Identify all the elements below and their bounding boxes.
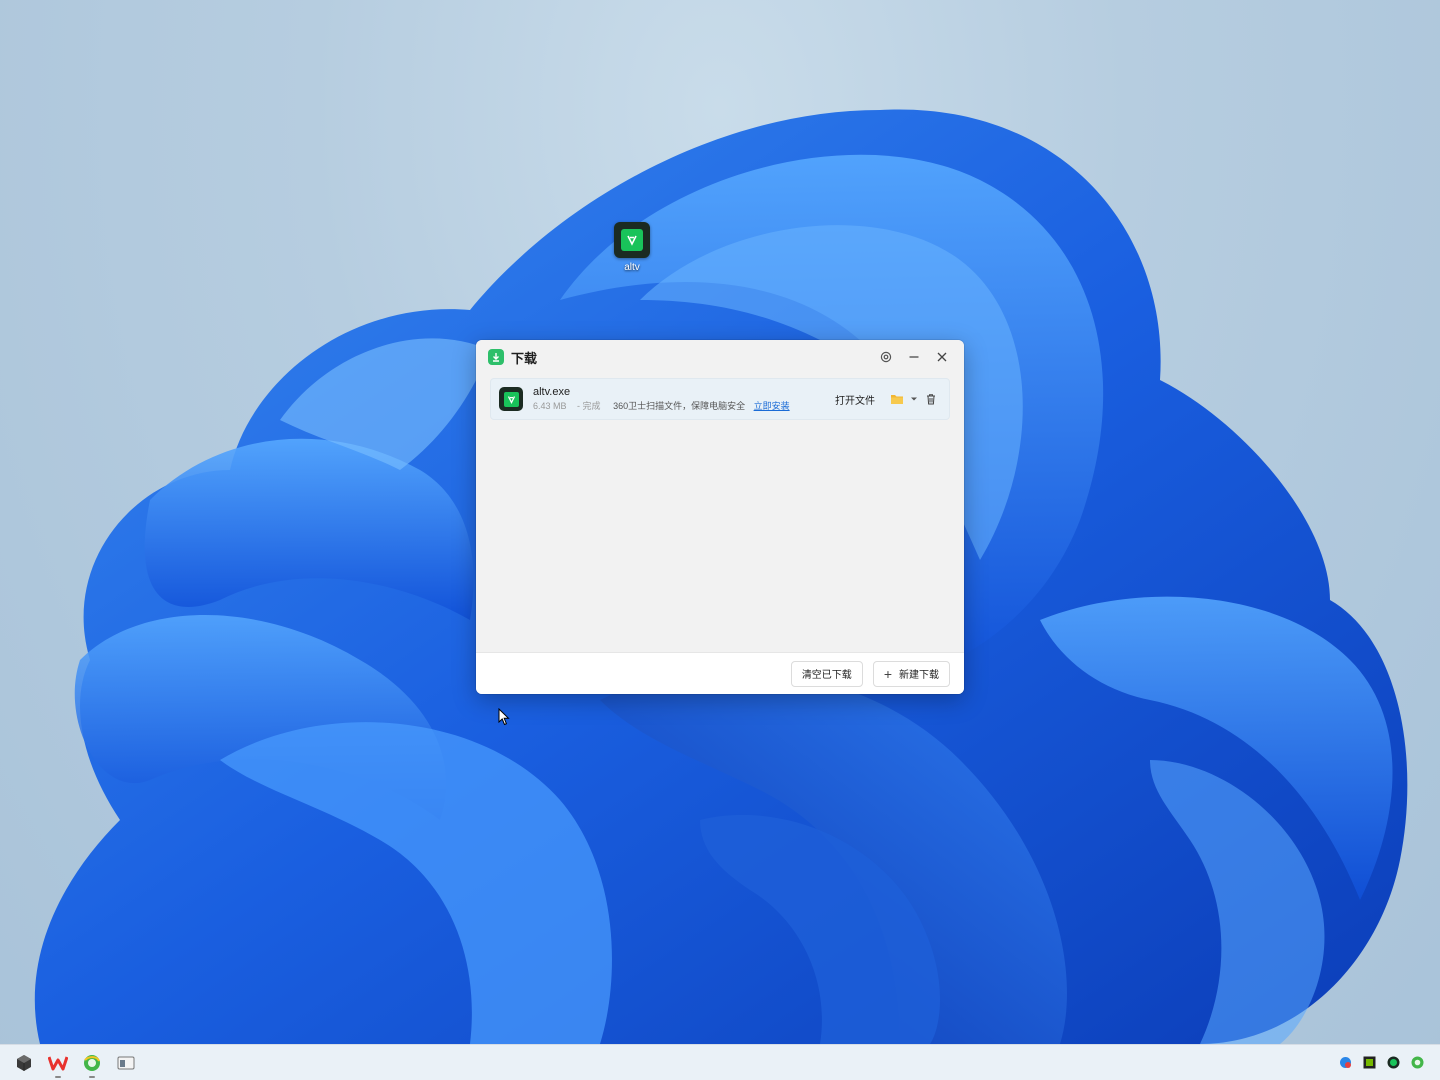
download-status: - 完成 — [577, 401, 601, 411]
download-meta: 6.43 MB - 完成 360卫士扫描文件，保障电脑安全 立即安装 — [533, 399, 835, 413]
taskbar-app-window[interactable] — [110, 1047, 142, 1079]
clear-downloaded-label: 清空已下载 — [801, 670, 852, 681]
window-footer: 清空已下载 + 新建下载 — [476, 652, 964, 694]
gear-icon — [880, 351, 892, 363]
download-list: altv.exe 6.43 MB - 完成 360卫士扫描文件，保障电脑安全 立… — [476, 374, 964, 652]
altv-file-icon — [499, 387, 523, 411]
taskbar-app-wps[interactable] — [42, 1047, 74, 1079]
tray-nvidia-icon[interactable] — [1362, 1056, 1376, 1070]
running-indicator — [89, 1075, 95, 1078]
desktop-icon-altv[interactable]: altv — [604, 222, 660, 273]
new-download-label: 新建下载 — [899, 670, 939, 681]
download-filename: altv.exe — [533, 386, 571, 398]
close-button[interactable] — [928, 343, 956, 371]
system-tray — [1338, 1056, 1432, 1070]
open-file-button[interactable]: 打开文件 — [835, 392, 875, 407]
download-item[interactable]: altv.exe 6.43 MB - 完成 360卫士扫描文件，保障电脑安全 立… — [490, 378, 950, 420]
open-folder-button[interactable] — [887, 389, 907, 409]
window-icon — [117, 1056, 135, 1069]
download-item-info: altv.exe 6.43 MB - 完成 360卫士扫描文件，保障电脑安全 立… — [533, 385, 835, 413]
tray-altv-icon[interactable] — [1386, 1056, 1400, 1070]
chevron-down-icon — [911, 397, 917, 401]
window-titlebar[interactable]: 下载 — [476, 340, 964, 374]
wps-icon — [48, 1056, 68, 1070]
window-title: 下载 — [511, 350, 538, 366]
tray-browser-icon[interactable] — [1410, 1056, 1424, 1070]
mouse-cursor — [498, 707, 510, 730]
settings-button[interactable] — [872, 343, 900, 371]
new-download-button[interactable]: + 新建下载 — [872, 660, 950, 687]
taskbar — [0, 1044, 1440, 1080]
running-indicator — [55, 1075, 61, 1078]
desktop-icon-label: altv — [624, 262, 640, 273]
minimize-icon — [909, 356, 919, 358]
tray-security-icon[interactable] — [1338, 1056, 1352, 1070]
delete-button[interactable] — [921, 389, 941, 409]
taskbar-app-browser[interactable] — [76, 1047, 108, 1079]
folder-icon — [891, 395, 903, 404]
trash-icon — [927, 394, 935, 405]
close-icon — [937, 352, 947, 362]
download-app-icon — [488, 349, 504, 365]
plus-icon: + — [883, 665, 892, 682]
download-size: 6.43 MB — [533, 401, 567, 411]
minimize-button[interactable] — [900, 343, 928, 371]
more-options-dropdown[interactable] — [907, 389, 921, 409]
cube-icon — [17, 1054, 31, 1071]
clear-downloaded-button[interactable]: 清空已下载 — [790, 660, 863, 687]
browser-icon — [84, 1054, 100, 1071]
altv-app-icon — [614, 222, 650, 258]
taskbar-app-cube[interactable] — [8, 1047, 40, 1079]
install-now-link[interactable]: 立即安装 — [754, 401, 790, 411]
download-window: 下载 altv.exe 6.43 MB - 完成 360卫士扫描文件，保障电脑安 — [476, 340, 964, 694]
scan-note: 360卫士扫描文件，保障电脑安全 — [613, 401, 746, 411]
